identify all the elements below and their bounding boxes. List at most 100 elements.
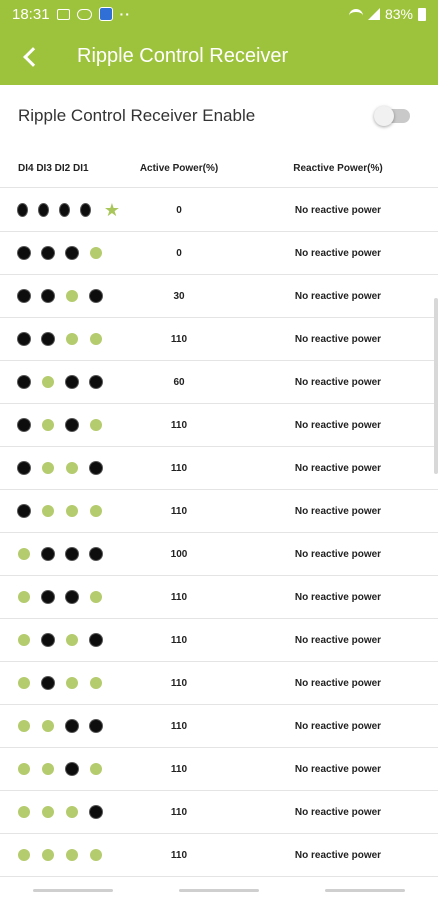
di-dot-off bbox=[42, 376, 54, 388]
reactive-power-value: No reactive power bbox=[294, 247, 382, 259]
reactive-power-value: No reactive power bbox=[294, 505, 382, 517]
di-dot-off bbox=[66, 634, 78, 646]
reactive-power-value: No reactive power bbox=[294, 806, 382, 818]
table-row[interactable]: 110 No reactive power bbox=[0, 318, 438, 361]
di-state bbox=[0, 462, 120, 474]
active-power-value: 110 bbox=[170, 634, 188, 646]
reactive-power-value: No reactive power bbox=[294, 419, 382, 431]
di-dot-off bbox=[66, 462, 78, 474]
reactive-power-value: No reactive power bbox=[294, 763, 382, 775]
di-dot-off bbox=[18, 849, 30, 861]
di-dot-on bbox=[18, 204, 27, 216]
di-dot-on bbox=[90, 720, 102, 732]
di-dot-on bbox=[66, 720, 78, 732]
di-dot-on bbox=[66, 591, 78, 603]
table-row[interactable]: 110 No reactive power bbox=[0, 791, 438, 834]
table-row[interactable]: 110 No reactive power bbox=[0, 834, 438, 877]
nav-recents-button[interactable] bbox=[33, 888, 113, 892]
star-icon: ★ bbox=[103, 200, 121, 220]
di-dot-off bbox=[42, 763, 54, 775]
di-dot-on bbox=[66, 763, 78, 775]
table-row[interactable]: 100 No reactive power bbox=[0, 533, 438, 576]
di-state bbox=[0, 247, 120, 259]
di-dot-off bbox=[42, 462, 54, 474]
di-state bbox=[0, 849, 120, 861]
battery-icon bbox=[418, 7, 426, 21]
di-dot-off bbox=[18, 591, 30, 603]
table-row[interactable]: 30 No reactive power bbox=[0, 275, 438, 318]
di-dot-on bbox=[42, 548, 54, 560]
table-row[interactable]: 110 No reactive power bbox=[0, 619, 438, 662]
chevron-left-icon bbox=[23, 46, 43, 67]
active-power-value: 110 bbox=[170, 419, 188, 431]
di-dot-off bbox=[66, 849, 78, 861]
table-row[interactable]: 110 No reactive power bbox=[0, 576, 438, 619]
di-state bbox=[0, 763, 120, 775]
di-state bbox=[0, 591, 120, 603]
active-power-value: 110 bbox=[170, 333, 188, 345]
image-icon bbox=[56, 8, 70, 20]
di-dot-off bbox=[66, 677, 78, 689]
wifi-signal-icon bbox=[348, 9, 363, 19]
reactive-power-value: No reactive power bbox=[294, 634, 382, 646]
cell-signal-icon bbox=[367, 8, 380, 20]
table-row[interactable]: 0 No reactive power bbox=[0, 232, 438, 275]
table-row[interactable]: 60 No reactive power bbox=[0, 361, 438, 404]
reactive-power-value: No reactive power bbox=[294, 204, 382, 216]
di-dot-on bbox=[59, 204, 69, 216]
status-bar: 18:31 ·· 83% bbox=[0, 0, 438, 28]
table-row[interactable]: 110 No reactive power bbox=[0, 662, 438, 705]
table-row[interactable]: 110 No reactive power bbox=[0, 705, 438, 748]
di-dot-off bbox=[90, 333, 102, 345]
di-dot-on bbox=[66, 419, 78, 431]
di-dot-on bbox=[90, 462, 102, 474]
back-button[interactable] bbox=[0, 28, 60, 85]
di-dot-on bbox=[18, 290, 30, 302]
reactive-power-value: No reactive power bbox=[294, 376, 382, 388]
di-dot-on bbox=[42, 247, 54, 259]
scrollbar[interactable] bbox=[434, 298, 438, 474]
table-row[interactable]: ★ 0 No reactive power bbox=[0, 189, 438, 232]
page-title: Ripple Control Receiver bbox=[77, 45, 289, 67]
di-state bbox=[0, 505, 120, 517]
di-dot-on bbox=[18, 505, 30, 517]
di-dot-off bbox=[90, 247, 102, 259]
di-state bbox=[0, 548, 120, 560]
di-state bbox=[0, 333, 120, 345]
di-dot-on bbox=[66, 247, 78, 259]
reactive-power-value: No reactive power bbox=[294, 290, 382, 302]
di-dot-off bbox=[90, 677, 102, 689]
nav-back-button[interactable] bbox=[325, 888, 405, 892]
di-dot-off bbox=[18, 806, 30, 818]
di-dot-off bbox=[90, 849, 102, 861]
enable-toggle[interactable] bbox=[374, 106, 410, 126]
nav-home-button[interactable] bbox=[179, 888, 259, 892]
status-right: 83% bbox=[348, 6, 426, 22]
reactive-power-value: No reactive power bbox=[294, 548, 382, 560]
di-dot-off bbox=[66, 806, 78, 818]
di-dot-on bbox=[38, 204, 48, 216]
nav-bar bbox=[0, 880, 438, 900]
di-state: ★ bbox=[0, 200, 121, 220]
table-row[interactable]: 110 No reactive power bbox=[0, 447, 438, 490]
table-row[interactable]: 110 No reactive power bbox=[0, 404, 438, 447]
di-dot-on bbox=[80, 204, 90, 216]
di-dot-on bbox=[90, 290, 102, 302]
di-state bbox=[0, 290, 120, 302]
table-row[interactable]: 110 No reactive power bbox=[0, 748, 438, 791]
di-dot-on bbox=[90, 548, 102, 560]
battery-percent: 83% bbox=[384, 6, 413, 22]
toggle-knob bbox=[374, 106, 394, 126]
di-dot-off bbox=[90, 505, 102, 517]
table-header: DI4 DI3 DI2 DI1 Active Power(%) Reactive… bbox=[0, 150, 438, 188]
table-row[interactable]: 110 No reactive power bbox=[0, 490, 438, 533]
di-dot-off bbox=[66, 505, 78, 517]
di-state bbox=[0, 376, 120, 388]
app-bar: Ripple Control Receiver bbox=[0, 28, 438, 85]
header-reactive-power: Reactive Power(%) bbox=[293, 163, 383, 174]
header-active-power: Active Power(%) bbox=[139, 163, 219, 174]
di-dot-on bbox=[42, 591, 54, 603]
di-dot-on bbox=[18, 419, 30, 431]
di-dot-on bbox=[18, 333, 30, 345]
active-power-value: 60 bbox=[173, 376, 185, 388]
